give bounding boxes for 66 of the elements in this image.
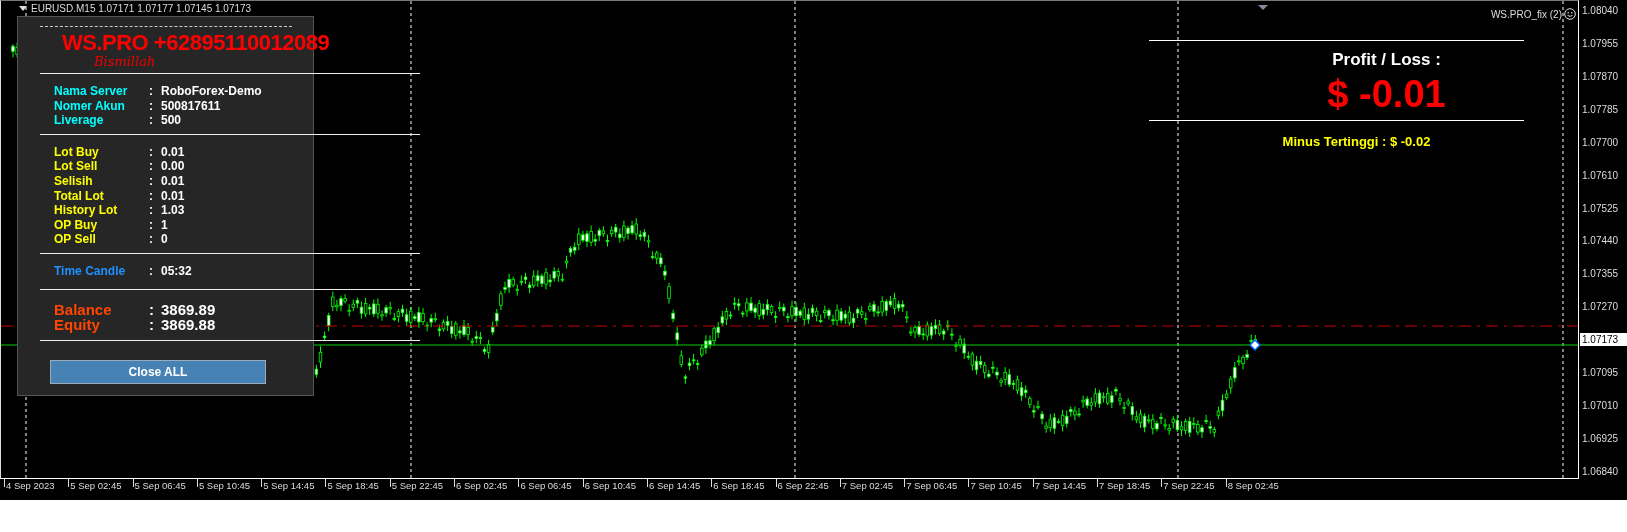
field-value: 05:32 <box>161 263 192 279</box>
price-tick: 1.07095 <box>1581 366 1620 380</box>
colon-separator: : <box>149 173 154 189</box>
colon-separator: : <box>149 263 154 279</box>
price-tick: 1.07270 <box>1581 300 1620 314</box>
field-label: OP Buy <box>53 217 99 233</box>
shift-marker-icon <box>1258 5 1268 10</box>
price-tick: 1.07440 <box>1581 234 1620 248</box>
field-label: OP Sell <box>53 232 97 247</box>
field-value: 500 <box>161 113 182 128</box>
price-tick: 1.07010 <box>1581 399 1620 413</box>
smiley-icon <box>1564 8 1576 20</box>
price-tick: 1.07870 <box>1581 69 1620 83</box>
field-label: Lot Sell <box>53 159 99 174</box>
expert-label: WS.PRO_fix (2) <box>1490 8 1562 20</box>
dropdown-icon[interactable] <box>19 6 27 11</box>
profit-loss-heading: Profit / Loss : <box>1332 50 1441 70</box>
field-value: 1.03 <box>161 203 185 218</box>
colon-separator: : <box>149 113 154 128</box>
colon-separator: : <box>149 217 154 233</box>
field-value: 0.01 <box>161 188 185 204</box>
current-price-label: 1.07173 <box>1580 333 1627 347</box>
price-tick: 1.07700 <box>1581 135 1620 149</box>
field-label: Total Lot <box>53 188 105 204</box>
field-value: 3869.89 <box>161 301 216 317</box>
field-value: 3869.88 <box>161 316 216 332</box>
colon-separator: : <box>149 144 154 160</box>
price-tick: 1.07355 <box>1581 267 1620 281</box>
panel-subtitle: Bismillah <box>94 55 156 69</box>
colon-separator: : <box>149 159 154 174</box>
field-label: Equity <box>53 316 101 332</box>
colon-separator: : <box>149 316 155 332</box>
field-value: 500817611 <box>161 98 221 114</box>
colon-separator: : <box>149 188 154 204</box>
profit-loss-value: $ -0.01 <box>1327 72 1446 116</box>
field-value: 1 <box>161 217 168 233</box>
price-tick: 1.07955 <box>1581 36 1620 50</box>
field-value: 0.01 <box>161 173 185 189</box>
field-value: 0.00 <box>161 159 185 174</box>
order-marker-icon <box>1248 338 1262 352</box>
field-label: Time Candle <box>53 263 127 279</box>
panel-title: WS.PRO +62895110012089 <box>62 31 331 55</box>
colon-separator: : <box>149 232 154 247</box>
field-label: Liverage <box>53 113 105 128</box>
price-tick: 1.08040 <box>1581 4 1620 17</box>
price-tick: 1.06840 <box>1581 464 1620 478</box>
field-value: 0.01 <box>161 144 185 160</box>
field-label: Nomer Akun <box>53 98 126 114</box>
field-label: Lot Buy <box>53 144 100 160</box>
chart-symbol-label: EURUSD.M15 1.07171 1.07177 1.07145 1.07173 <box>31 3 252 14</box>
close-all-button[interactable]: Close ALL <box>50 359 266 384</box>
price-tick: 1.07610 <box>1581 168 1620 182</box>
colon-separator: : <box>149 98 154 114</box>
colon-separator: : <box>149 203 154 218</box>
colon-separator: : <box>149 301 155 317</box>
field-label: Selisih <box>53 173 94 189</box>
price-tick: 1.06925 <box>1581 432 1620 445</box>
field-label: History Lot <box>53 203 119 218</box>
price-tick: 1.07785 <box>1581 102 1620 116</box>
field-label: Nama Server <box>53 84 129 99</box>
field-value: 0 <box>161 232 168 247</box>
max-drawdown-text: Minus Tertinggi : $ -0.02 <box>1282 134 1431 149</box>
price-tick: 1.07525 <box>1581 201 1620 215</box>
field-label: Balance <box>53 301 113 317</box>
field-value: RoboForex-Demo <box>161 84 262 99</box>
colon-separator: : <box>149 84 154 99</box>
